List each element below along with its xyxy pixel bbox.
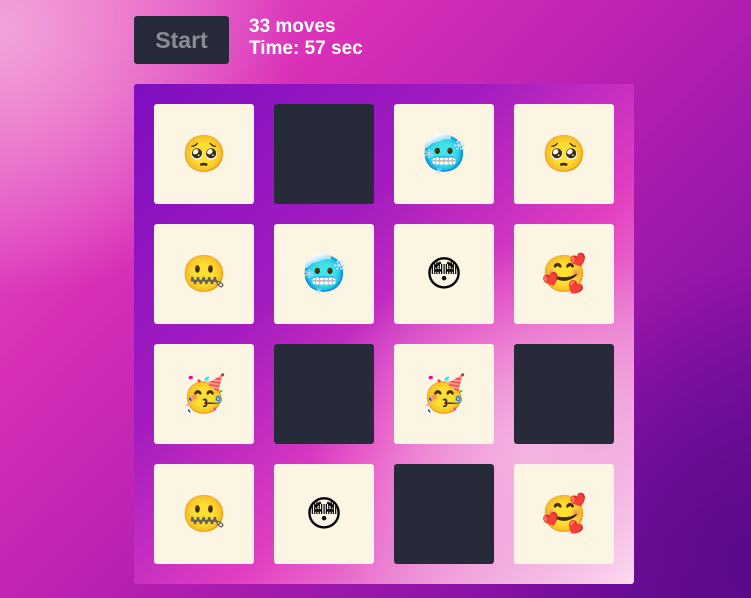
- pleading-face-icon: 🥺: [181, 133, 227, 174]
- start-button[interactable]: Start: [134, 16, 229, 64]
- card-face-up[interactable]: 🥰: [514, 224, 614, 324]
- card-face-down[interactable]: [274, 104, 374, 204]
- cold-face-icon: 🥶: [421, 133, 467, 174]
- card-face-up[interactable]: 🥰: [514, 464, 614, 564]
- partying-face-icon: 🥳: [421, 373, 467, 414]
- moves-counter: 33 moves: [249, 16, 336, 37]
- card-face-down[interactable]: [394, 464, 494, 564]
- cold-face-icon: 🥶: [301, 253, 347, 294]
- card-face-up[interactable]: 🥶: [394, 104, 494, 204]
- card-face-up[interactable]: 🥶: [274, 224, 374, 324]
- card-face-down[interactable]: [514, 344, 614, 444]
- flushed-face-icon: 😳: [305, 493, 343, 534]
- zipper-mouth-face-icon: 🤐: [181, 493, 227, 534]
- zipper-mouth-face-icon: 🤐: [181, 253, 227, 294]
- card-face-up[interactable]: 🤐: [154, 224, 254, 324]
- card-face-up[interactable]: 🤐: [154, 464, 254, 564]
- card-face-up[interactable]: 🥺: [154, 104, 254, 204]
- card-face-up[interactable]: 🥳: [154, 344, 254, 444]
- card-face-up[interactable]: 🥺: [514, 104, 614, 204]
- pleading-face-icon: 🥺: [541, 133, 587, 174]
- card-face-up[interactable]: 🥳: [394, 344, 494, 444]
- flushed-face-icon: 😳: [425, 253, 463, 294]
- timer: Time: 57 sec: [249, 38, 363, 59]
- partying-face-icon: 🥳: [181, 373, 227, 414]
- blowing-kiss-face-icon: 🥰: [541, 253, 587, 294]
- card-face-down[interactable]: [274, 344, 374, 444]
- card-face-up[interactable]: 😳: [394, 224, 494, 324]
- game-board: 🥺 🥶 🥺 🤐 🥶 😳 🥰 🥳 🥳 🤐 😳 🥰: [134, 84, 634, 584]
- card-face-up[interactable]: 😳: [274, 464, 374, 564]
- game-stats: 33 moves Time: 57 sec: [249, 16, 363, 60]
- blowing-kiss-face-icon: 🥰: [541, 493, 587, 534]
